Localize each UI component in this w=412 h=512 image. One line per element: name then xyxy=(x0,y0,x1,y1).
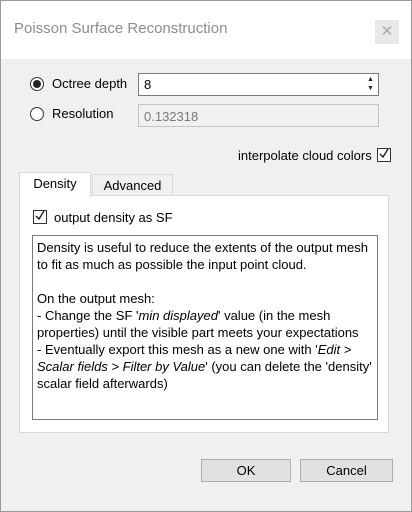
resolution-value: 0.132318 xyxy=(144,109,199,124)
checkmark-icon xyxy=(35,210,45,221)
resolution-radio[interactable] xyxy=(30,107,44,121)
tab-advanced[interactable]: Advanced xyxy=(92,174,173,197)
help-heading: On the output mesh: xyxy=(37,291,155,306)
poisson-dialog: Poisson Surface Reconstruction ✕ Octree … xyxy=(0,0,412,512)
window-title: Poisson Surface Reconstruction xyxy=(14,20,228,37)
help-export: - Eventually export this mesh as a new o… xyxy=(37,342,372,391)
ok-button-label: OK xyxy=(236,463,256,478)
spin-down-icon[interactable]: ▼ xyxy=(364,84,377,93)
density-tab-panel: output density as SF Density is useful t… xyxy=(19,195,389,433)
cancel-button-label: Cancel xyxy=(326,463,367,478)
close-icon: ✕ xyxy=(380,23,394,40)
spin-arrows: ▲ ▼ xyxy=(364,75,377,94)
help-change-sf: - Change the SF 'min displayed' value (i… xyxy=(37,308,359,340)
octree-depth-value[interactable]: 8 xyxy=(144,77,151,92)
resolution-label: Resolution xyxy=(52,106,114,121)
resolution-input: 0.132318 xyxy=(138,104,379,127)
tab-density-label: Density xyxy=(33,176,77,191)
interpolate-colors-label: interpolate cloud colors xyxy=(238,148,372,163)
checkmark-icon xyxy=(379,148,389,159)
ok-button[interactable]: OK xyxy=(201,459,291,482)
cancel-button[interactable]: Cancel xyxy=(300,459,393,482)
output-density-label: output density as SF xyxy=(54,210,173,225)
tab-density[interactable]: Density xyxy=(19,172,91,197)
octree-depth-radio[interactable] xyxy=(30,77,44,91)
output-density-checkbox[interactable] xyxy=(33,210,47,224)
interpolate-colors-checkbox[interactable] xyxy=(377,148,391,162)
title-bar: Poisson Surface Reconstruction ✕ xyxy=(1,1,411,59)
close-button[interactable]: ✕ xyxy=(375,20,399,44)
density-help-text[interactable]: Density is useful to reduce the extents … xyxy=(32,235,378,420)
help-line-1: Density is useful to reduce the extents … xyxy=(37,240,368,272)
octree-depth-label: Octree depth xyxy=(52,76,128,91)
octree-depth-spinbox[interactable]: 8 ▲ ▼ xyxy=(138,73,379,96)
spin-up-icon[interactable]: ▲ xyxy=(364,75,377,84)
tab-advanced-label: Advanced xyxy=(103,178,162,193)
